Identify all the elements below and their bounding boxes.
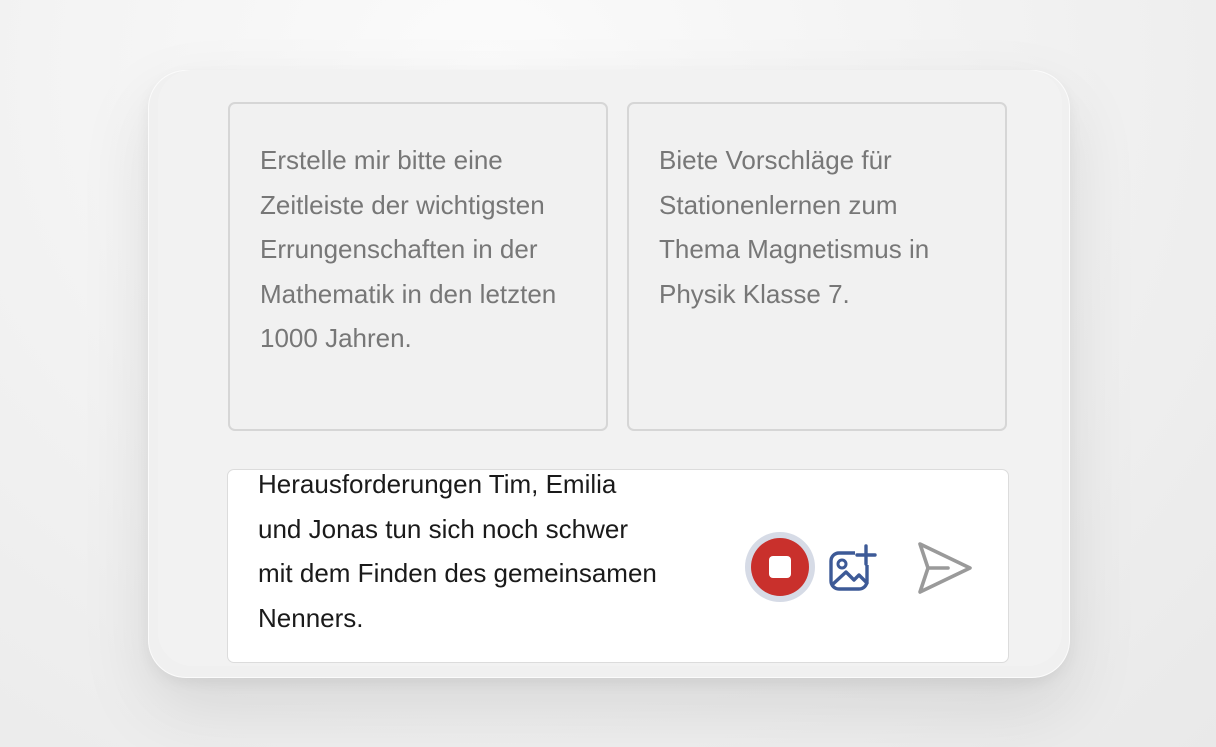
suggestion-text: Biete Vorschläge für Stationenlernen zum… <box>659 145 930 309</box>
stop-square <box>769 556 791 578</box>
suggestion-text: Erstelle mir bitte eine Zeitleiste der w… <box>260 145 557 353</box>
suggestion-card-magnetism[interactable]: Biete Vorschläge für Stationenlernen zum… <box>627 102 1007 431</box>
add-image-icon[interactable] <box>827 544 877 594</box>
send-icon[interactable] <box>916 540 974 596</box>
message-input-text[interactable]: Herausforderungen Tim, Emilia und Jonas … <box>258 470 728 640</box>
prompt-panel: Erstelle mir bitte eine Zeitleiste der w… <box>148 70 1070 678</box>
stop-recording-button[interactable] <box>745 532 815 602</box>
suggestion-card-timeline[interactable]: Erstelle mir bitte eine Zeitleiste der w… <box>228 102 608 431</box>
stop-icon <box>751 538 809 596</box>
message-input[interactable]: Herausforderungen Tim, Emilia und Jonas … <box>227 469 1009 663</box>
prompt-panel-inner: Erstelle mir bitte eine Zeitleiste der w… <box>158 70 1062 666</box>
